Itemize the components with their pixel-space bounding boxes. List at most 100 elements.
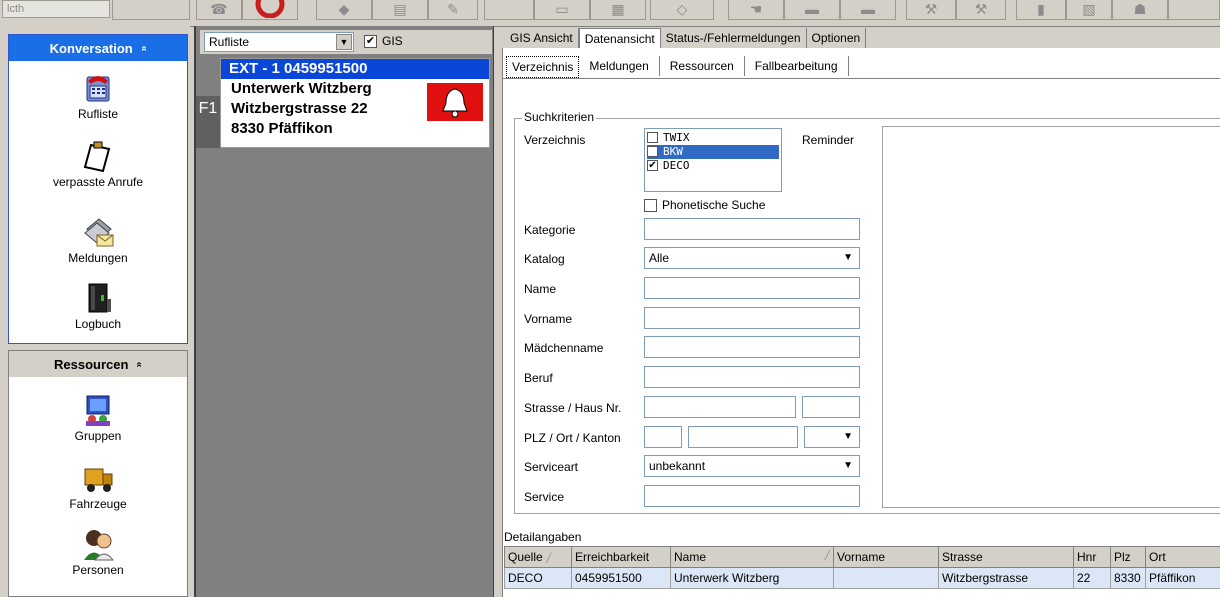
layers-icon[interactable]: ◇: [650, 0, 714, 20]
column-header-plz[interactable]: Plz: [1110, 546, 1146, 568]
chevron-down-icon[interactable]: ▼: [336, 34, 352, 50]
tab-verzeichnis[interactable]: Verzeichnis: [506, 56, 580, 78]
phone-forward-icon[interactable]: ☎: [196, 0, 242, 20]
option-checkbox[interactable]: [647, 132, 658, 143]
reminder-textarea[interactable]: [882, 126, 1220, 508]
nav-item-meldungen[interactable]: Meldungen: [9, 215, 187, 265]
verzeichnis-option-twix[interactable]: TWIX: [647, 131, 779, 145]
tab-status-fehlermeldungen[interactable]: Status-/Fehlermeldungen: [661, 28, 807, 48]
nav-item-label: verpasste Anrufe: [52, 175, 144, 189]
hausnummer-field[interactable]: [802, 396, 860, 418]
verzeichnis-option-deco[interactable]: ✔ DECO: [647, 159, 779, 173]
nav-group-header[interactable]: Ressourcen «: [9, 351, 187, 378]
nav-group-konversation: Konversation « Rufliste verpasste Anrufe: [8, 34, 188, 344]
strasse-label: Strasse / Haus Nr.: [524, 401, 622, 415]
flag-icon[interactable]: ▮: [1016, 0, 1066, 20]
column-header-erreichbarkeit[interactable]: Erreichbarkeit: [571, 546, 671, 568]
hand-icon[interactable]: ☚: [728, 0, 784, 20]
tab-datenansicht[interactable]: Datenansicht: [578, 28, 661, 49]
gis-checkbox[interactable]: ✔: [364, 35, 377, 48]
serviceart-select[interactable]: unbekannt ▼: [644, 455, 860, 477]
verzeichnis-option-bkw[interactable]: BKW: [647, 145, 779, 159]
left-navigation: Konversation « Rufliste verpasste Anrufe: [0, 26, 190, 597]
bell-icon[interactable]: [427, 83, 483, 121]
tab-ressourcen[interactable]: Ressourcen: [660, 56, 745, 76]
mail-stack-icon: [84, 218, 114, 247]
nav-item-rufliste[interactable]: Rufliste: [9, 71, 187, 121]
option-checkbox[interactable]: [647, 146, 658, 157]
column-header-vorname[interactable]: Vorname: [833, 546, 939, 568]
name-field[interactable]: [644, 277, 860, 299]
column-header-hnr[interactable]: Hnr: [1073, 546, 1111, 568]
user-icon[interactable]: ☗: [1112, 0, 1168, 20]
serviceart-value: unbekannt: [649, 459, 706, 473]
beruf-field[interactable]: [644, 366, 860, 388]
verzeichnis-list[interactable]: TWIX BKW ✔ DECO: [644, 128, 782, 192]
window-icon[interactable]: ▭: [534, 0, 590, 20]
nav-group-header[interactable]: Konversation «: [9, 35, 187, 61]
maedchenname-label: Mädchenname: [524, 341, 604, 355]
maedchenname-field[interactable]: [644, 336, 860, 358]
nav-item-fahrzeuge[interactable]: Fahrzeuge: [9, 461, 187, 511]
phonetic-search-checkbox[interactable]: [644, 199, 657, 212]
tab-fallbearbeitung[interactable]: Fallbearbeitung: [745, 56, 849, 76]
map-icon[interactable]: ▧: [1066, 0, 1112, 20]
plz-field[interactable]: [644, 426, 682, 448]
chevron-down-icon[interactable]: ▼: [843, 248, 853, 268]
nav-item-verpasste-anrufe[interactable]: verpasste Anrufe: [9, 139, 187, 189]
clipboard-icon: [83, 141, 111, 173]
details-table: Quelle ╱ Erreichbarkeit Name ╱ Vorname St…: [504, 546, 1220, 589]
chevron-down-icon[interactable]: ▼: [843, 427, 853, 447]
table-row[interactable]: DECO 0459951500 Unterwerk Witzberg Witzb…: [504, 567, 1220, 589]
keyboard-icon[interactable]: ▬: [840, 0, 896, 20]
chevron-down-icon[interactable]: ▼: [843, 456, 853, 476]
tool-icon[interactable]: ⚒: [956, 0, 1006, 20]
katalog-select[interactable]: Alle ▼: [644, 247, 860, 269]
service-label: Service: [524, 490, 565, 504]
kategorie-label: Kategorie: [524, 223, 576, 237]
column-header-ort[interactable]: Ort: [1145, 546, 1220, 568]
toolbar-button-blank[interactable]: [484, 0, 534, 20]
ort-field[interactable]: [688, 426, 798, 448]
calendar-icon[interactable]: ▦: [590, 0, 646, 20]
cell-strasse: Witzbergstrasse: [938, 567, 1074, 589]
collapse-icon[interactable]: «: [138, 45, 149, 51]
tab-meldungen[interactable]: Meldungen: [579, 56, 660, 76]
nav-item-gruppen[interactable]: Gruppen: [9, 393, 187, 443]
form-icon[interactable]: ▤: [372, 0, 428, 20]
toolbar-button-blank[interactable]: [1168, 0, 1220, 20]
list-type-select[interactable]: Rufliste ▼: [204, 32, 354, 52]
column-header-quelle[interactable]: Quelle ╱: [504, 546, 572, 568]
vorname-field[interactable]: [644, 307, 860, 329]
column-header-name[interactable]: Name ╱: [670, 546, 834, 568]
people-icon: [84, 530, 115, 561]
nav-item-label: Gruppen: [74, 429, 122, 443]
nav-item-personen[interactable]: Personen: [9, 527, 187, 577]
stop-icon[interactable]: [242, 0, 298, 20]
truck-icon: [84, 468, 113, 492]
option-checkbox[interactable]: ✔: [647, 160, 658, 171]
monitor-icon[interactable]: ▬: [784, 0, 840, 20]
reminder-label: Reminder: [802, 133, 855, 147]
tab-gis-ansicht[interactable]: GIS Ansicht: [505, 28, 579, 48]
kategorie-field[interactable]: [644, 218, 860, 240]
edit-icon[interactable]: ✎: [428, 0, 478, 20]
column-header-strasse[interactable]: Strasse: [938, 546, 1074, 568]
call-card-city: 8330 Pfäffikon: [231, 120, 333, 137]
active-call-card[interactable]: EXT - 1 0459951500 Unterwerk Witzberg Wi…: [220, 58, 490, 148]
toolbar-button[interactable]: [112, 0, 190, 20]
nav-item-label: Rufliste: [77, 107, 118, 121]
cell-ort: Pfäffikon: [1145, 567, 1220, 589]
logbook-icon: [88, 283, 111, 313]
toolbar-input[interactable]: lcth: [2, 0, 110, 18]
service-field[interactable]: [644, 485, 860, 507]
tab-optionen[interactable]: Optionen: [807, 28, 867, 48]
nav-item-logbuch[interactable]: Logbuch: [9, 281, 187, 331]
wrench-icon[interactable]: ⚒: [906, 0, 956, 20]
list-type-value: Rufliste: [209, 35, 250, 49]
kanton-select[interactable]: ▼: [804, 426, 860, 448]
collapse-icon[interactable]: «: [134, 361, 145, 367]
strasse-field[interactable]: [644, 396, 796, 418]
book-icon[interactable]: ◆: [316, 0, 372, 20]
toolbar: lcth ☎ ◆ ▤ ✎ ▭ ▦ ◇ ☚ ▬ ▬ ⚒ ⚒ ▮ ▧ ☗: [0, 0, 1220, 27]
